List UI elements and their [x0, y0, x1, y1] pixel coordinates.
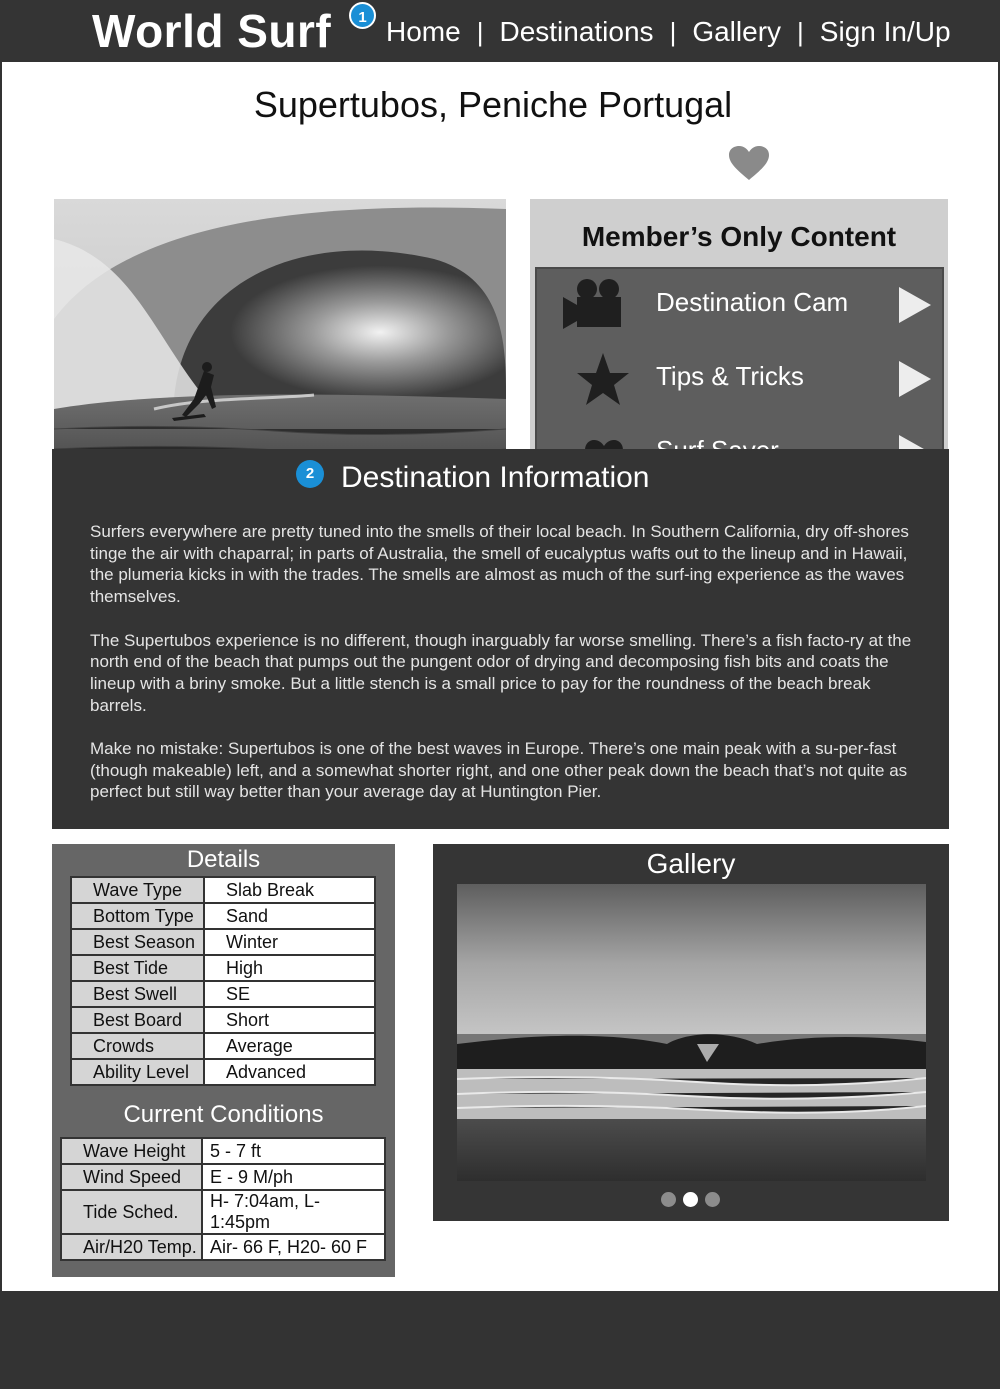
- info-paragraph: Surfers everywhere are pretty tuned into…: [90, 522, 909, 607]
- table-row: Wave Height 5 - 7 ft: [60, 1137, 386, 1165]
- destination-info-section: Destination Information Surfers everywhe…: [52, 449, 949, 829]
- detail-key: Best Board: [70, 1006, 205, 1034]
- menu-item-tips-tricks[interactable]: Tips & Tricks: [537, 343, 942, 415]
- gallery-heading: Gallery: [646, 848, 736, 879]
- table-row: Best Season Winter: [70, 928, 376, 956]
- table-row: Wave Type Slab Break: [70, 876, 376, 904]
- nav-sign-in[interactable]: Sign In/Up: [820, 16, 951, 48]
- condition-value: 5 - 7 ft: [201, 1137, 386, 1165]
- detail-key: Ability Level: [70, 1058, 205, 1086]
- table-row: Wind Speed E - 9 M/ph: [60, 1163, 386, 1191]
- table-row: Crowds Average: [70, 1032, 376, 1060]
- gallery-dot-2[interactable]: [683, 1192, 698, 1207]
- page-title: Supertubos, Peniche Portugal: [2, 84, 998, 126]
- table-row: Best Tide High: [70, 954, 376, 982]
- gallery-dot-1[interactable]: [661, 1192, 676, 1207]
- menu-item-label: Tips & Tricks: [656, 361, 804, 391]
- detail-value: High: [203, 954, 376, 982]
- table-row: Best Swell SE: [70, 980, 376, 1008]
- detail-value: SE: [203, 980, 376, 1008]
- nav-home[interactable]: Home: [386, 16, 461, 48]
- detail-value: Winter: [203, 928, 376, 956]
- conditions-table: Wave Height 5 - 7 ft Wind Speed E - 9 M/ph…: [60, 1137, 386, 1261]
- members-heading: Member’s Only Content: [581, 221, 897, 252]
- nav-gallery[interactable]: Gallery: [692, 16, 781, 48]
- details-heading: Details: [186, 846, 261, 873]
- play-arrow-icon: [899, 287, 931, 323]
- annotation-badge-1: 1: [349, 2, 376, 29]
- condition-key: Tide Sched.: [60, 1189, 203, 1235]
- detail-key: Crowds: [70, 1032, 205, 1060]
- nav-separator: |: [476, 16, 484, 47]
- table-row: Tide Sched. H- 7:04am, L- 1:45pm: [60, 1189, 386, 1235]
- detail-value: Slab Break: [203, 876, 376, 904]
- conditions-heading: Current Conditions: [123, 1101, 324, 1128]
- details-panel: Details Wave Type Slab Break Bottom Type S…: [52, 844, 395, 1277]
- info-paragraph: The Supertubos experience is no differen…: [90, 630, 912, 715]
- detail-value: Advanced: [203, 1058, 376, 1086]
- video-camera-icon: [563, 279, 621, 329]
- annotation-badge-2: 2: [296, 460, 324, 488]
- condition-key: Air/H20 Temp.: [60, 1233, 203, 1261]
- table-row: Bottom Type Sand: [70, 902, 376, 930]
- detail-value: Average: [203, 1032, 376, 1060]
- info-heading: Destination Information: [341, 461, 650, 494]
- top-nav-bar: World Surf 1 Home | Destinations | Galle…: [0, 0, 1000, 60]
- site-logo[interactable]: World Surf: [92, 4, 331, 58]
- detail-key: Best Tide: [70, 954, 205, 982]
- table-row: Best Board Short: [70, 1006, 376, 1034]
- info-body: Surfers everywhere are pretty tuned into…: [90, 521, 915, 825]
- condition-value: E - 9 M/ph: [201, 1163, 386, 1191]
- nav-separator: |: [797, 16, 804, 47]
- condition-key: Wind Speed: [60, 1163, 203, 1191]
- table-row: Air/H20 Temp. Air- 66 F, H20- 60 F: [60, 1233, 386, 1261]
- detail-key: Best Season: [70, 928, 205, 956]
- condition-value: Air- 66 F, H20- 60 F: [201, 1233, 386, 1261]
- menu-item-label: Destination Cam: [656, 287, 849, 317]
- condition-value: H- 7:04am, L- 1:45pm: [201, 1189, 386, 1235]
- play-arrow-icon: [899, 361, 931, 397]
- menu-item-destination-cam[interactable]: Destination Cam: [537, 269, 942, 341]
- gallery-panel: Gallery: [433, 844, 949, 1221]
- star-icon: [577, 353, 629, 405]
- detail-value: Sand: [203, 902, 376, 930]
- favorite-heart-icon[interactable]: [729, 146, 769, 182]
- nav-destinations[interactable]: Destinations: [499, 16, 653, 48]
- gallery-image[interactable]: [457, 884, 926, 1181]
- table-row: Ability Level Advanced: [70, 1058, 376, 1086]
- detail-value: Short: [203, 1006, 376, 1034]
- destination-title: Supertubos, Peniche Portugal: [253, 84, 733, 125]
- detail-key: Bottom Type: [70, 902, 205, 930]
- detail-key: Wave Type: [70, 876, 205, 904]
- detail-key: Best Swell: [70, 980, 205, 1008]
- info-paragraph: Make no mistake: Supertubos is one of th…: [90, 739, 908, 802]
- gallery-dot-3[interactable]: [705, 1192, 720, 1207]
- main-nav: Home | Destinations | Gallery | Sign In/…: [386, 16, 951, 48]
- gallery-pagination: [661, 1192, 720, 1207]
- condition-key: Wave Height: [60, 1137, 203, 1165]
- details-table: Wave Type Slab Break Bottom Type Sand Best…: [70, 876, 376, 1086]
- nav-separator: |: [669, 16, 677, 47]
